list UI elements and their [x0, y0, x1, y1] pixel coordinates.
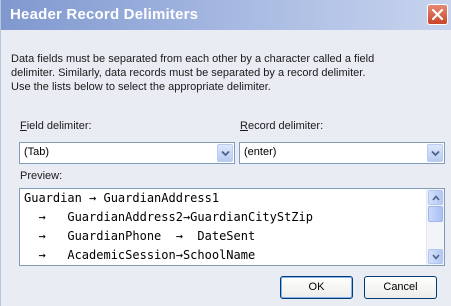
chevron-down-icon	[432, 254, 440, 260]
field-delimiter-accelerator: F	[20, 120, 27, 132]
scroll-down-button[interactable]	[428, 249, 443, 264]
field-delimiter-value: (Tab)	[24, 146, 50, 158]
field-delimiter-select[interactable]: (Tab)	[19, 142, 235, 164]
chevron-down-icon	[431, 150, 440, 157]
chevron-up-icon	[432, 195, 440, 201]
preview-line: → GuardianPhone → DateSent	[24, 229, 256, 243]
close-x-icon	[431, 8, 444, 21]
title-bar[interactable]: Header Record Delimiters	[1, 0, 451, 30]
header-record-delimiters-dialog: Header Record Delimiters Data fields mus…	[0, 0, 451, 306]
record-delimiter-dropdown-button[interactable]	[427, 144, 443, 162]
preview-line: Guardian → GuardianAddress1	[24, 191, 220, 205]
preview-label: Preview:	[20, 170, 63, 182]
preview-line: → GuardianAddress2→GuardianCityStZip	[24, 210, 313, 224]
preview-line: → AcademicSession→SchoolName	[24, 248, 256, 262]
instructions-text: Data fields must be separated from each …	[11, 52, 451, 94]
cancel-button[interactable]: Cancel	[364, 276, 437, 299]
field-delimiter-label-text: ield delimiter:	[26, 120, 92, 132]
preview-vertical-scrollbar[interactable]	[426, 189, 444, 265]
field-delimiter-label: Field delimiter:	[20, 120, 92, 132]
field-delimiter-dropdown-button[interactable]	[217, 144, 233, 162]
preview-box[interactable]: Guardian → GuardianAddress1 → GuardianAd…	[19, 188, 445, 266]
dialog-title: Header Record Delimiters	[10, 6, 199, 23]
instructions-line: Use the lists below to select the approp…	[11, 81, 271, 93]
record-delimiter-label: Record delimiter:	[240, 120, 323, 132]
scrollbar-thumb[interactable]	[428, 206, 443, 222]
instructions-line: delimiter. Similarly, data records must …	[11, 67, 366, 79]
record-delimiter-select[interactable]: (enter)	[239, 142, 445, 164]
instructions-line: Data fields must be separated from each …	[11, 53, 375, 65]
record-delimiter-label-text: ecord delimiter:	[247, 120, 324, 132]
scroll-up-button[interactable]	[428, 190, 443, 205]
close-button[interactable]	[427, 4, 448, 25]
record-delimiter-value: (enter)	[244, 146, 277, 158]
ok-button[interactable]: OK	[280, 276, 353, 299]
record-delimiter-accelerator: R	[240, 120, 248, 132]
chevron-down-icon	[221, 150, 230, 157]
